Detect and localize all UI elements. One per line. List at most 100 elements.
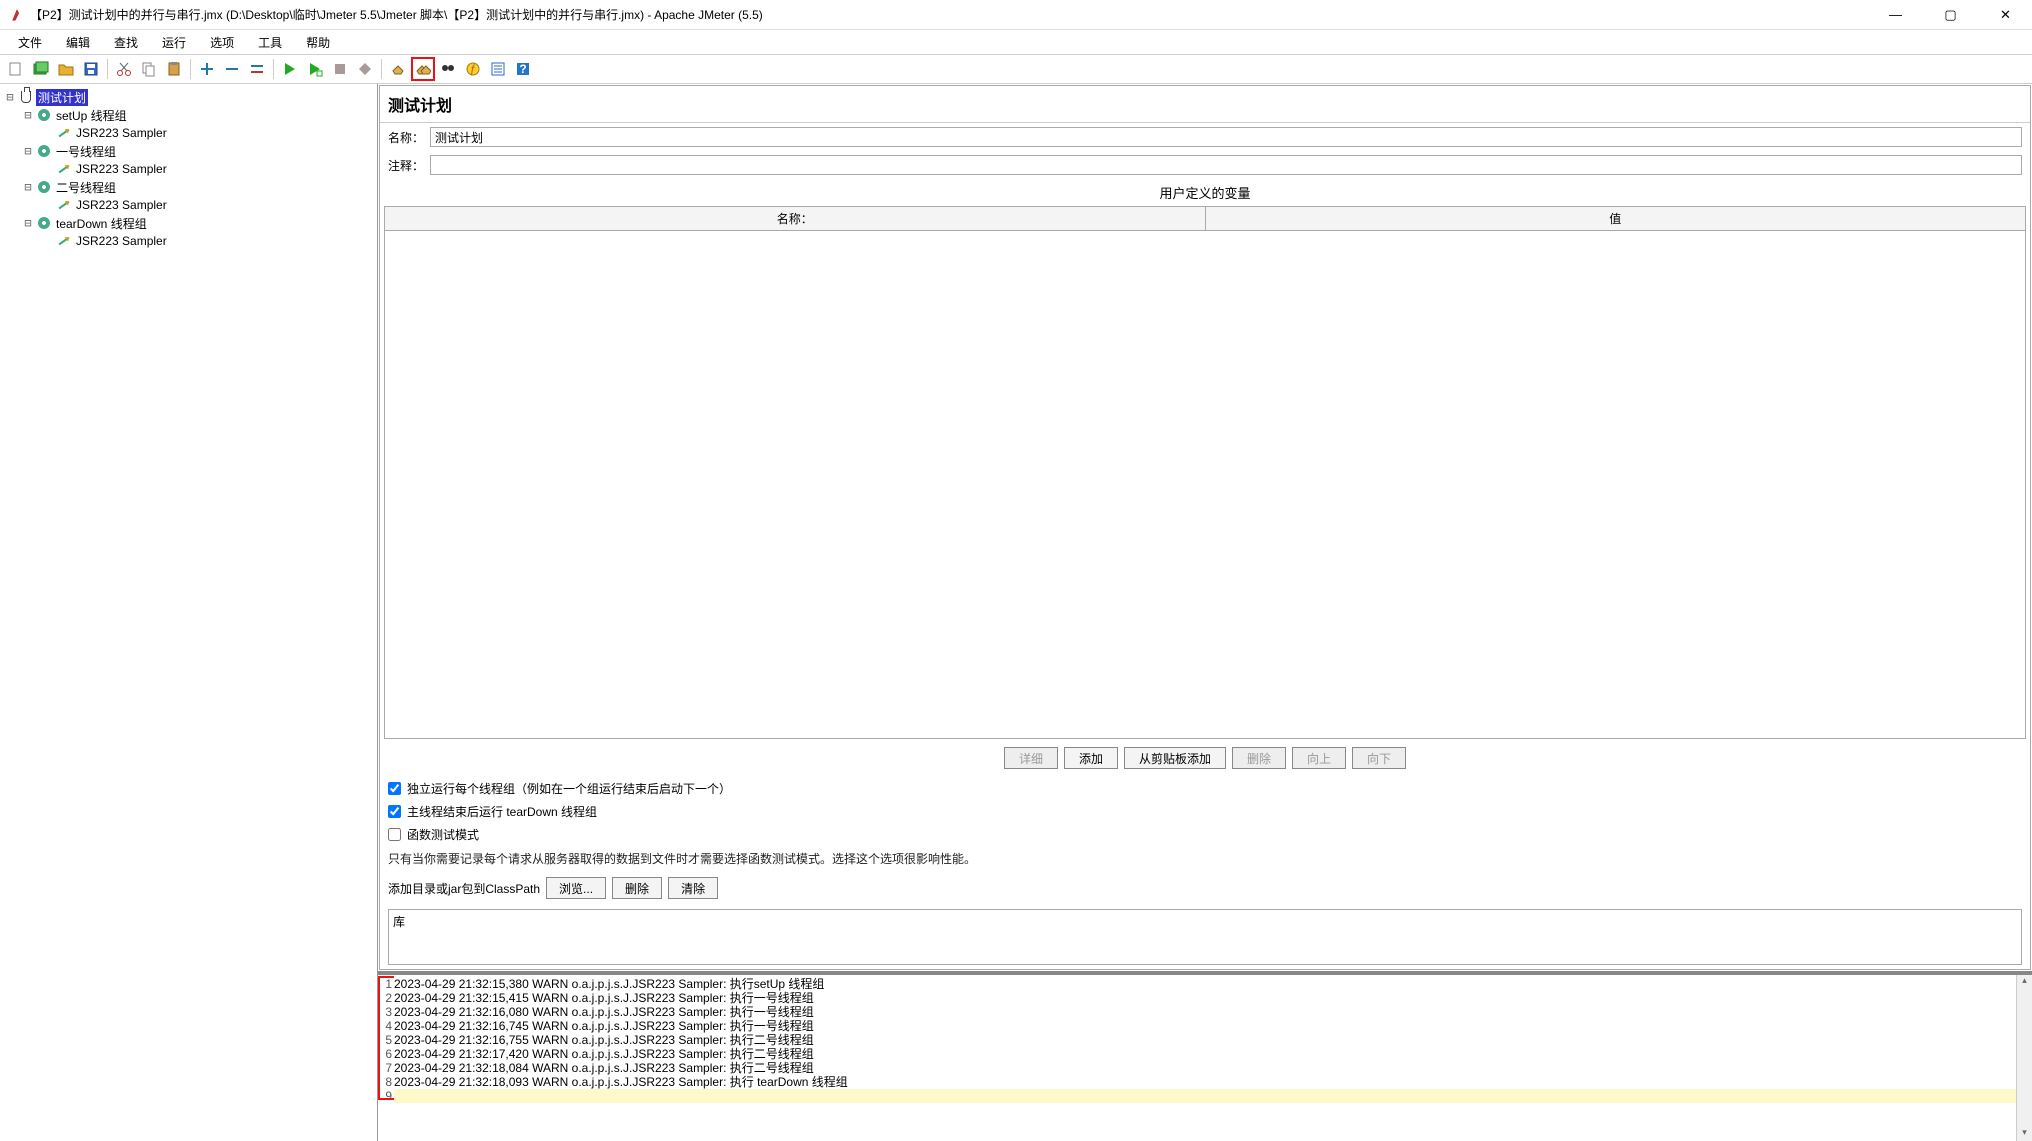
name-input[interactable]	[430, 127, 2022, 147]
log-line: 2023-04-29 21:32:16,745 WARN o.a.j.p.j.s…	[394, 1019, 2016, 1033]
comment-label: 注释：	[388, 157, 424, 174]
templates-icon[interactable]	[29, 57, 53, 81]
sampler-icon	[56, 125, 72, 141]
log-line: 2023-04-29 21:32:16,080 WARN o.a.j.p.j.s…	[394, 1005, 2016, 1019]
close-button[interactable]: ✕	[1983, 1, 2028, 29]
chk-independent[interactable]	[388, 782, 401, 795]
test-plan-editor: 测试计划 名称： 注释： 用户定义的变量 名称： 值 详细 添加 从剪贴板添加	[379, 85, 2031, 970]
function-helper-icon[interactable]: ƒ	[461, 57, 485, 81]
menu-edit[interactable]: 编辑	[54, 32, 102, 53]
library-placeholder: 库	[393, 915, 405, 929]
test-plan-tree[interactable]: ⊟ 测试计划 ⊟ setUp 线程组 JSR223 Sampler ⊟ 一号线程组 JSR…	[0, 84, 378, 1141]
chk-teardown-label: 主线程结束后运行 tearDown 线程组	[407, 803, 597, 820]
menu-search[interactable]: 查找	[102, 32, 150, 53]
sampler-label[interactable]: JSR223 Sampler	[74, 234, 169, 248]
detail-button: 详细	[1004, 747, 1058, 769]
delete-button: 删除	[1232, 747, 1286, 769]
gear-icon	[36, 179, 52, 195]
log-line: 2023-04-29 21:32:15,415 WARN o.a.j.p.j.s…	[394, 991, 2016, 1005]
report-icon[interactable]	[486, 57, 510, 81]
sampler-icon	[56, 197, 72, 213]
menu-options[interactable]: 选项	[198, 32, 246, 53]
clear-icon[interactable]	[386, 57, 410, 81]
up-button: 向上	[1292, 747, 1346, 769]
paste-icon[interactable]	[162, 57, 186, 81]
chk-independent-label: 独立运行每个线程组（例如在一个组运行结束后启动下一个）	[407, 780, 731, 797]
save-icon[interactable]	[79, 57, 103, 81]
menu-file[interactable]: 文件	[6, 32, 54, 53]
col-value[interactable]: 值	[1206, 207, 2026, 230]
new-icon[interactable]	[4, 57, 28, 81]
thread-group-label[interactable]: setUp 线程组	[54, 107, 129, 124]
vars-title: 用户定义的变量	[380, 179, 2030, 206]
copy-icon[interactable]	[137, 57, 161, 81]
log-gutter: 123456789	[378, 975, 394, 1141]
toggle-icon[interactable]	[245, 57, 269, 81]
log-cursor-line	[394, 1089, 2016, 1103]
flask-icon	[18, 89, 34, 105]
editor-heading: 测试计划	[380, 86, 2030, 123]
chk-teardown[interactable]	[388, 805, 401, 818]
log-panel: 123456789 2023-04-29 21:32:15,380 WARN o…	[378, 971, 2032, 1141]
tree-root-label[interactable]: 测试计划	[36, 89, 88, 106]
cut-icon[interactable]	[112, 57, 136, 81]
down-button: 向下	[1352, 747, 1406, 769]
toolbar: ƒ ?	[0, 54, 2032, 84]
sampler-label[interactable]: JSR223 Sampler	[74, 126, 169, 140]
search-icon[interactable]	[436, 57, 460, 81]
maximize-button[interactable]: ▢	[1928, 1, 1973, 29]
tree-toggle[interactable]: ⊟	[22, 108, 34, 122]
minimize-button[interactable]: —	[1873, 1, 1918, 29]
chk-functional-label: 函数测试模式	[407, 826, 479, 843]
sampler-label[interactable]: JSR223 Sampler	[74, 198, 169, 212]
log-line: 2023-04-29 21:32:18,093 WARN o.a.j.p.j.s…	[394, 1075, 2016, 1089]
window-title: 【P2】测试计划中的并行与串行.jmx (D:\Desktop\临时\Jmete…	[30, 6, 1873, 23]
thread-group-label[interactable]: tearDown 线程组	[54, 215, 149, 232]
tree-toggle[interactable]: ⊟	[22, 144, 34, 158]
sampler-label[interactable]: JSR223 Sampler	[74, 162, 169, 176]
expand-icon[interactable]	[195, 57, 219, 81]
open-icon[interactable]	[54, 57, 78, 81]
cp-clear-button[interactable]: 清除	[668, 877, 718, 899]
paste-button[interactable]: 从剪贴板添加	[1124, 747, 1226, 769]
menubar: 文件 编辑 查找 运行 选项 工具 帮助	[0, 30, 2032, 54]
log-scrollbar[interactable]: ▴ ▾	[2016, 975, 2032, 1141]
log-line: 2023-04-29 21:32:17,420 WARN o.a.j.p.j.s…	[394, 1047, 2016, 1061]
add-button[interactable]: 添加	[1064, 747, 1118, 769]
thread-group-label[interactable]: 二号线程组	[54, 179, 118, 196]
scroll-up-icon[interactable]: ▴	[2017, 975, 2032, 989]
gear-icon	[36, 143, 52, 159]
log-line: 2023-04-29 21:32:18,084 WARN o.a.j.p.j.s…	[394, 1061, 2016, 1075]
titlebar: 【P2】测试计划中的并行与串行.jmx (D:\Desktop\临时\Jmete…	[0, 0, 2032, 30]
classpath-label: 添加目录或jar包到ClassPath	[388, 880, 540, 897]
browse-button[interactable]: 浏览...	[546, 877, 606, 899]
svg-text:?: ?	[519, 62, 526, 76]
menu-run[interactable]: 运行	[150, 32, 198, 53]
library-list[interactable]: 库	[388, 909, 2022, 965]
comment-input[interactable]	[430, 155, 2022, 175]
collapse-icon[interactable]	[220, 57, 244, 81]
scroll-down-icon[interactable]: ▾	[2017, 1127, 2032, 1141]
vars-table[interactable]: 名称： 值	[384, 206, 2026, 739]
tree-toggle[interactable]: ⊟	[22, 216, 34, 230]
chk-functional[interactable]	[388, 828, 401, 841]
start-no-timers-icon[interactable]	[303, 57, 327, 81]
functional-note: 只有当你需要记录每个请求从服务器取得的数据到文件时才需要选择函数测试模式。选择这…	[380, 846, 2030, 871]
start-icon[interactable]	[278, 57, 302, 81]
log-body[interactable]: 2023-04-29 21:32:15,380 WARN o.a.j.p.j.s…	[394, 975, 2016, 1141]
cp-delete-button[interactable]: 删除	[612, 877, 662, 899]
menu-tools[interactable]: 工具	[246, 32, 294, 53]
gear-icon	[36, 215, 52, 231]
tree-toggle[interactable]: ⊟	[4, 90, 16, 104]
log-line: 2023-04-29 21:32:16,755 WARN o.a.j.p.j.s…	[394, 1033, 2016, 1047]
menu-help[interactable]: 帮助	[294, 32, 342, 53]
help-icon[interactable]: ?	[511, 57, 535, 81]
col-name[interactable]: 名称：	[385, 207, 1206, 230]
shutdown-icon[interactable]	[353, 57, 377, 81]
stop-icon[interactable]	[328, 57, 352, 81]
clear-all-icon[interactable]	[411, 57, 435, 81]
svg-text:ƒ: ƒ	[470, 62, 477, 76]
tree-toggle[interactable]: ⊟	[22, 180, 34, 194]
gear-icon	[36, 107, 52, 123]
thread-group-label[interactable]: 一号线程组	[54, 143, 118, 160]
